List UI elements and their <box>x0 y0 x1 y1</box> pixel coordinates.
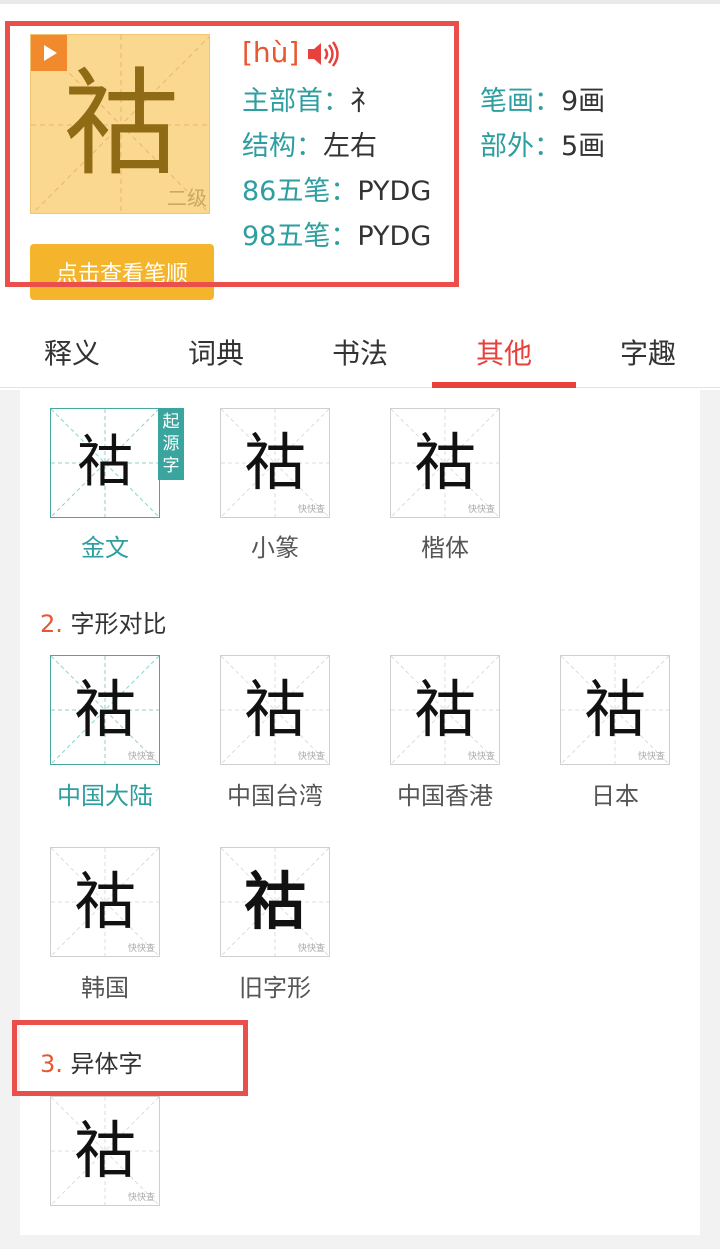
tile-hongkong[interactable]: 祜 快快查 <box>390 655 500 765</box>
glyph: 祜 <box>243 426 306 499</box>
glyph: 祜 <box>243 865 306 938</box>
tile-xiaozhuan[interactable]: 祜 快快查 <box>220 408 330 518</box>
watermark: 快快查 <box>467 752 495 762</box>
outside-value: 5画 <box>561 131 606 162</box>
tile-jinwen[interactable]: 祜 <box>50 408 160 518</box>
tile-old-form[interactable]: 祜 快快查 <box>220 847 330 957</box>
strokes-label: 笔画： <box>480 86 561 117</box>
top-divider <box>0 0 720 4</box>
glyph: 祜 <box>583 673 646 746</box>
section-title: 字形对比 <box>70 610 167 638</box>
highlight-box-header <box>5 21 459 287</box>
caption-kaiti: 楷体 <box>421 534 469 562</box>
glyph: 祜 <box>73 673 136 746</box>
caption-japan: 日本 <box>591 782 639 810</box>
tab-other[interactable]: 其他 <box>432 332 576 372</box>
outside-strokes-row: 部外：5画 <box>480 125 605 169</box>
caption-taiwan: 中国台湾 <box>227 782 323 810</box>
caption-xiaozhuan: 小篆 <box>251 534 299 562</box>
watermark: 快快查 <box>297 752 325 762</box>
tab-dictionary[interactable]: 词典 <box>144 332 288 372</box>
tab-calligraphy[interactable]: 书法 <box>288 332 432 372</box>
watermark: 快快查 <box>127 752 155 762</box>
glyph: 祜 <box>73 865 136 938</box>
outside-label: 部外： <box>480 131 561 162</box>
glyph: 祜 <box>413 673 476 746</box>
caption-hongkong: 中国香港 <box>397 782 493 810</box>
other-content: 祜 起源字 金文 祜 快快查 小篆 祜 快快查 楷体 2. 字形对比 祜 快快查… <box>12 390 700 1235</box>
tile-japan[interactable]: 祜 快快查 <box>560 655 670 765</box>
glyph: 祜 <box>77 430 133 495</box>
strokes-value: 9画 <box>561 86 606 117</box>
tile-korea[interactable]: 祜 快快查 <box>50 847 160 957</box>
highlight-box-variants <box>12 1020 248 1096</box>
tile-taiwan[interactable]: 祜 快快查 <box>220 655 330 765</box>
tile-kaiti[interactable]: 祜 快快查 <box>390 408 500 518</box>
glyph: 祜 <box>243 673 306 746</box>
active-tab-indicator <box>432 382 576 388</box>
section-number: 2. <box>40 610 63 638</box>
watermark: 快快查 <box>467 505 495 515</box>
tab-fun[interactable]: 字趣 <box>576 332 720 372</box>
glyph: 祜 <box>73 1114 136 1187</box>
tab-definition[interactable]: 释义 <box>0 332 144 372</box>
glyph: 祜 <box>413 426 476 499</box>
strokes-row: 笔画：9画 <box>480 80 605 124</box>
watermark: 快快查 <box>297 505 325 515</box>
tab-bar: 释义 词典 书法 其他 字趣 <box>0 318 720 388</box>
caption-old-form: 旧字形 <box>239 974 311 1002</box>
tile-variant[interactable]: 祜 快快查 <box>50 1096 160 1206</box>
caption-jinwen: 金文 <box>81 534 129 562</box>
section-title-comparison: 2. 字形对比 <box>40 604 167 639</box>
watermark: 快快查 <box>637 752 665 762</box>
tile-mainland[interactable]: 祜 快快查 <box>50 655 160 765</box>
watermark: 快快查 <box>297 944 325 954</box>
watermark: 快快查 <box>127 1193 155 1203</box>
watermark: 快快查 <box>127 944 155 954</box>
caption-korea: 韩国 <box>81 974 129 1002</box>
origin-badge: 起源字 <box>158 408 184 480</box>
caption-mainland: 中国大陆 <box>57 782 153 810</box>
